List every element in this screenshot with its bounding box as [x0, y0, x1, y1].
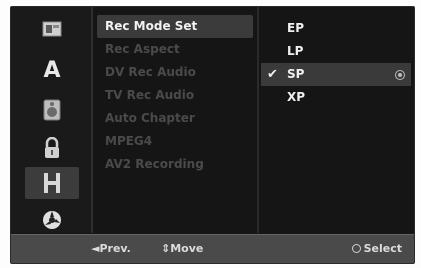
menu-item-rec-mode-set[interactable]: Rec Mode Set [97, 15, 253, 38]
option-ep[interactable]: EP [261, 17, 411, 40]
menu-item-tv-rec-audio[interactable]: TV Rec Audio [97, 84, 253, 107]
option-label: LP [287, 44, 304, 58]
options-divider [257, 7, 259, 233]
language-icon-glyph: A [43, 57, 61, 83]
rec-mode-options: EP LP ✔ SP XP [261, 17, 411, 109]
prev-hint: ◄Prev. [91, 242, 131, 255]
setup-icon-column: A [11, 7, 91, 233]
menu-item-rec-aspect[interactable]: Rec Aspect [97, 38, 253, 61]
help-bar: ◄Prev. ⇕Move Select [11, 234, 414, 263]
dvd-setup-menu: A Rec Mode Set Rec Aspect DV Rec Audio T… [10, 6, 415, 264]
language-icon[interactable]: A [33, 55, 71, 85]
enter-button-icon [395, 70, 405, 80]
others-icon[interactable] [33, 205, 71, 235]
menu-item-auto-chapter[interactable]: Auto Chapter [97, 107, 253, 130]
select-hint-label: Select [363, 242, 402, 255]
option-label: EP [287, 21, 304, 35]
menu-item-av2-recording[interactable]: AV2 Recording [97, 153, 253, 176]
option-sp[interactable]: ✔ SP [261, 63, 411, 86]
disc-icon[interactable] [33, 15, 71, 45]
option-lp[interactable]: LP [261, 40, 411, 63]
menu-item-mpeg4[interactable]: MPEG4 [97, 130, 253, 153]
enter-button-icon [351, 243, 361, 253]
menu-item-dv-rec-audio[interactable]: DV Rec Audio [97, 61, 253, 84]
recording-icon[interactable] [25, 167, 79, 199]
option-label: XP [287, 90, 306, 104]
move-hint: ⇕Move [161, 242, 204, 255]
column-divider [91, 7, 93, 233]
speaker-icon[interactable] [33, 95, 71, 125]
lock-icon[interactable] [33, 133, 71, 163]
select-hint: Select [351, 235, 402, 263]
rec-settings-menu: Rec Mode Set Rec Aspect DV Rec Audio TV … [97, 15, 253, 231]
option-label: SP [287, 67, 305, 81]
checkmark-icon: ✔ [267, 67, 278, 82]
option-xp[interactable]: XP [261, 86, 411, 109]
